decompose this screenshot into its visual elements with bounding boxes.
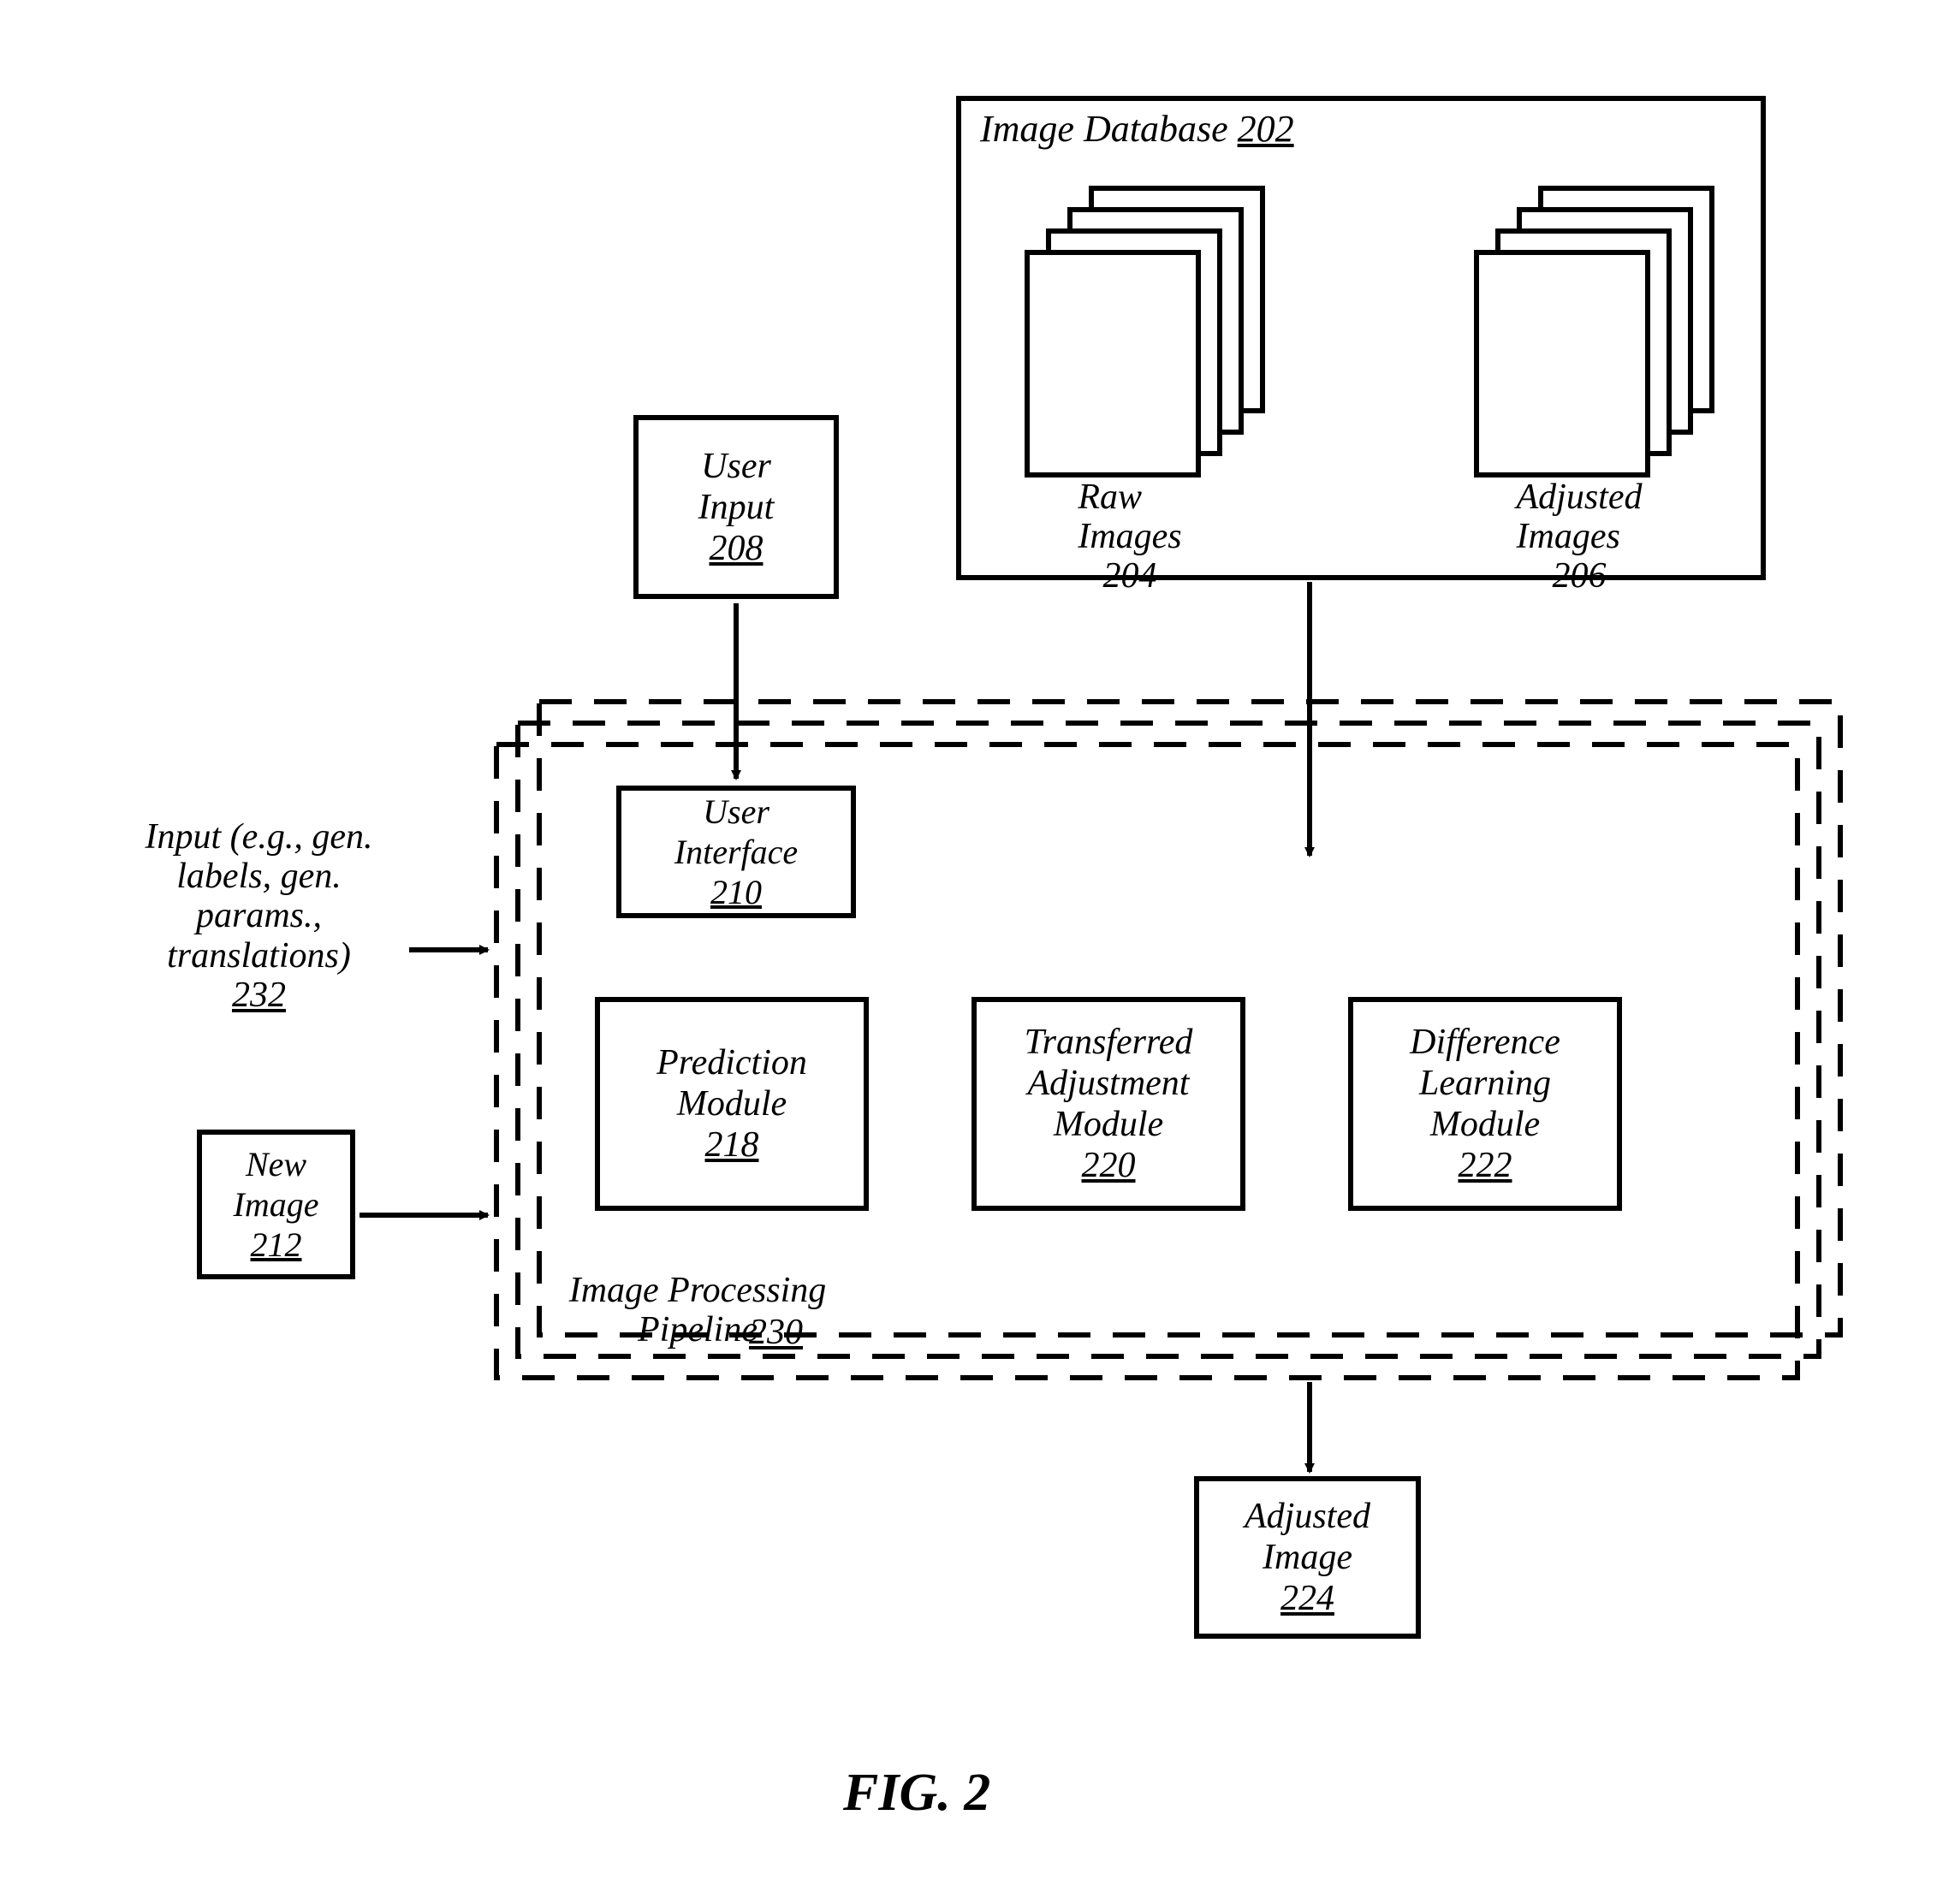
difference-learning-module-box: Difference Learning Module 222 (1348, 997, 1622, 1211)
transferred-adjustment-module-box: Transferred Adjustment Module 220 (971, 997, 1245, 1211)
raw-images-num: 204 (1103, 556, 1157, 596)
raw-images-label: Raw Images (1078, 477, 1181, 556)
user-interface-num: 210 (710, 872, 762, 912)
difference-learning-module-num: 222 (1459, 1145, 1512, 1186)
new-image-num: 212 (251, 1225, 302, 1265)
pipeline-second-line: 230 (616, 1312, 803, 1353)
image-database-num: 202 (1238, 108, 1294, 150)
image-database-label: Image Database (980, 108, 1228, 150)
raw-images-caption: Raw Images 204 (1036, 477, 1224, 596)
pipeline-num: 230 (749, 1313, 803, 1352)
image-database-title: Image Database 202 (980, 107, 1294, 151)
new-image-box: New Image 212 (197, 1130, 355, 1279)
user-input-num: 208 (710, 528, 764, 569)
user-interface-label: User Interface (674, 792, 798, 872)
prediction-module-box: Prediction Module 218 (595, 997, 869, 1211)
figure-caption: FIG. 2 (843, 1763, 990, 1824)
transferred-adjustment-module-label: Transferred Adjustment Module (1025, 1022, 1193, 1145)
side-input-label: Input (e.g., gen. labels, gen. params., … (146, 817, 373, 976)
prediction-module-label: Prediction Module (657, 1042, 807, 1124)
side-input-caption: Input (e.g., gen. labels, gen. params., … (111, 817, 407, 1015)
user-input-label: User Input (698, 446, 775, 528)
user-input-box: User Input 208 (633, 415, 839, 599)
adjusted-image-num: 224 (1280, 1578, 1334, 1619)
transferred-adjustment-module-num: 220 (1082, 1145, 1136, 1186)
side-input-num: 232 (232, 976, 286, 1015)
new-image-label: New Image (234, 1144, 319, 1225)
adjusted-image-box: Adjusted Image 224 (1194, 1476, 1421, 1639)
adjusted-images-label: Adjusted Images (1517, 477, 1643, 556)
user-interface-box: User Interface 210 (616, 786, 856, 918)
difference-learning-module-label: Difference Learning Module (1410, 1022, 1560, 1145)
adjusted-image-label: Adjusted Image (1245, 1496, 1370, 1578)
adjusted-images-caption: Adjusted Images 206 (1485, 477, 1673, 596)
adjusted-images-num: 206 (1553, 556, 1607, 596)
prediction-module-num: 218 (705, 1124, 759, 1166)
